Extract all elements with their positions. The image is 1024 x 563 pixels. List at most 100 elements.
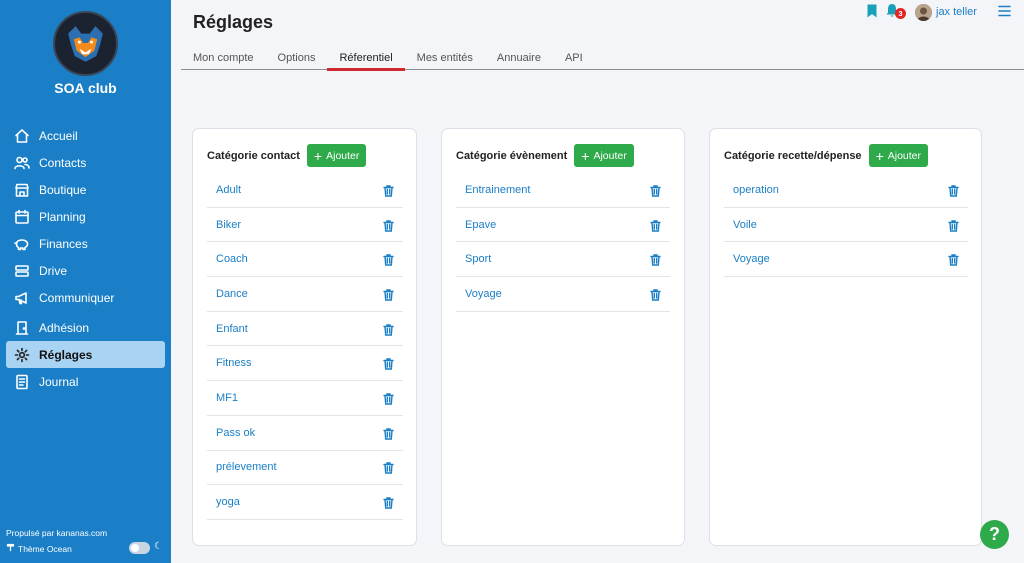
- sidebar-item-label: Boutique: [39, 182, 87, 197]
- journal-icon: [13, 373, 31, 391]
- trash-icon[interactable]: [383, 427, 394, 440]
- tab-api[interactable]: API: [553, 50, 595, 69]
- trash-icon[interactable]: [383, 253, 394, 266]
- trash-icon[interactable]: [383, 288, 394, 301]
- add-button-label: Ajouter: [326, 149, 360, 162]
- list-item: Voyage: [456, 277, 670, 312]
- category-item-label[interactable]: Fitness: [216, 357, 251, 369]
- category-item-label[interactable]: Dance: [216, 288, 248, 300]
- category-item-label[interactable]: Epave: [465, 219, 496, 231]
- sidebar-item-label: Accueil: [39, 128, 78, 143]
- sidebar-item-label: Communiquer: [39, 290, 115, 305]
- menu-icon[interactable]: [998, 5, 1011, 17]
- help-button[interactable]: ?: [980, 520, 1009, 549]
- card-title: Catégorie contact: [207, 149, 300, 162]
- drive-icon: [13, 262, 31, 280]
- tab-mon-compte[interactable]: Mon compte: [181, 50, 266, 69]
- category-item-label[interactable]: operation: [733, 184, 779, 196]
- tab-annuaire[interactable]: Annuaire: [485, 50, 553, 69]
- store-icon: [13, 181, 31, 199]
- sidebar-item-accueil[interactable]: Accueil: [6, 122, 165, 149]
- powered-by[interactable]: Propulsé par kananas.com: [6, 528, 107, 538]
- trash-icon[interactable]: [383, 392, 394, 405]
- trash-icon[interactable]: [650, 253, 661, 266]
- page-title: Réglages: [193, 12, 274, 32]
- category-item-label[interactable]: Enfant: [216, 323, 248, 335]
- list-item: Fitness: [207, 346, 403, 382]
- trash-icon[interactable]: [383, 461, 394, 475]
- avatar[interactable]: [915, 4, 932, 21]
- sidebar-item-contacts[interactable]: Contacts: [6, 149, 165, 176]
- card-categorie-recette-depense: Catégorie recette/dépense + Ajouter opera…: [709, 128, 982, 546]
- sidebar-item-adhesion[interactable]: Adhésion: [6, 314, 165, 341]
- list-item: operation: [724, 173, 968, 208]
- category-item-label[interactable]: Coach: [216, 253, 248, 265]
- trash-icon[interactable]: [383, 323, 394, 336]
- sidebar-item-label: Contacts: [39, 155, 87, 170]
- sidebar-item-finances[interactable]: Finances: [6, 230, 165, 257]
- category-item-label[interactable]: yoga: [216, 496, 240, 508]
- sidebar-item-communiquer[interactable]: Communiquer: [6, 284, 165, 311]
- category-item-label[interactable]: Sport: [465, 253, 491, 265]
- trash-icon[interactable]: [948, 184, 959, 197]
- club-logo[interactable]: [53, 11, 118, 76]
- category-item-label[interactable]: Entrainement: [465, 184, 530, 196]
- sidebar-item-drive[interactable]: Drive: [6, 257, 165, 284]
- sidebar-nav: Accueil Contacts Boutique Planning Finan…: [6, 122, 165, 395]
- category-item-label[interactable]: Biker: [216, 219, 241, 231]
- theme-label: Thème Ocean: [6, 543, 72, 554]
- trash-icon[interactable]: [948, 219, 959, 232]
- trash-icon[interactable]: [650, 219, 661, 232]
- theme-name: Thème Ocean: [18, 543, 72, 554]
- username-link[interactable]: jax teller: [936, 6, 977, 18]
- card-title: Catégorie recette/dépense: [724, 149, 862, 162]
- toggle-knob: [131, 544, 139, 552]
- add-income-expense-category-button[interactable]: + Ajouter: [868, 144, 929, 167]
- category-item-label[interactable]: MF1: [216, 392, 238, 404]
- sidebar-item-reglages[interactable]: Réglages: [6, 341, 165, 368]
- add-button-label: Ajouter: [593, 149, 627, 162]
- trash-icon[interactable]: [650, 288, 661, 301]
- sidebar-item-label: Drive: [39, 263, 68, 278]
- trash-icon[interactable]: [383, 219, 394, 232]
- category-item-label[interactable]: Voyage: [465, 288, 502, 300]
- trash-icon[interactable]: [383, 357, 394, 370]
- list-item: Adult: [207, 173, 403, 208]
- list-item: prélevement: [207, 451, 403, 486]
- add-event-category-button[interactable]: + Ajouter: [574, 144, 634, 167]
- card-header: Catégorie évènement + Ajouter: [456, 144, 634, 167]
- list-item: Sport: [456, 242, 670, 278]
- sidebar-item-planning[interactable]: Planning: [6, 203, 165, 230]
- tab-referentiel[interactable]: Réferentiel: [327, 50, 405, 71]
- tab-mes-entites[interactable]: Mes entités: [405, 50, 485, 69]
- sidebar-item-label: Finances: [39, 236, 88, 251]
- tab-options[interactable]: Options: [266, 50, 328, 69]
- sidebar-item-journal[interactable]: Journal: [6, 368, 165, 395]
- list-item: Entrainement: [456, 173, 670, 208]
- dark-mode-toggle[interactable]: [129, 542, 150, 554]
- sidebar-item-label: Planning: [39, 209, 86, 224]
- list-item: Dance: [207, 277, 403, 312]
- category-item-label[interactable]: Voyage: [733, 253, 770, 265]
- category-item-label[interactable]: Voile: [733, 219, 757, 231]
- sidebar-item-boutique[interactable]: Boutique: [6, 176, 165, 203]
- category-item-label[interactable]: prélevement: [216, 461, 277, 473]
- sidebar-item-label: Journal: [39, 374, 79, 389]
- card-header: Catégorie contact + Ajouter: [207, 144, 367, 167]
- trash-icon[interactable]: [383, 496, 394, 509]
- trash-icon[interactable]: [650, 184, 661, 197]
- paint-roller-icon: [6, 543, 18, 554]
- plus-icon: +: [313, 147, 323, 164]
- card-categorie-contact: Catégorie contact + Ajouter Adult Biker Coa…: [192, 128, 417, 546]
- trash-icon[interactable]: [383, 184, 394, 197]
- category-item-label[interactable]: Pass ok: [216, 427, 255, 439]
- gear-icon: [13, 346, 31, 364]
- list-item: MF1: [207, 381, 403, 416]
- list-item: Enfant: [207, 312, 403, 347]
- card-title: Catégorie évènement: [456, 149, 568, 162]
- trash-icon[interactable]: [948, 253, 959, 266]
- bookmark-icon[interactable]: [866, 4, 878, 18]
- plus-icon: +: [581, 147, 590, 164]
- add-contact-category-button[interactable]: + Ajouter: [306, 144, 367, 167]
- category-item-label[interactable]: Adult: [216, 184, 241, 196]
